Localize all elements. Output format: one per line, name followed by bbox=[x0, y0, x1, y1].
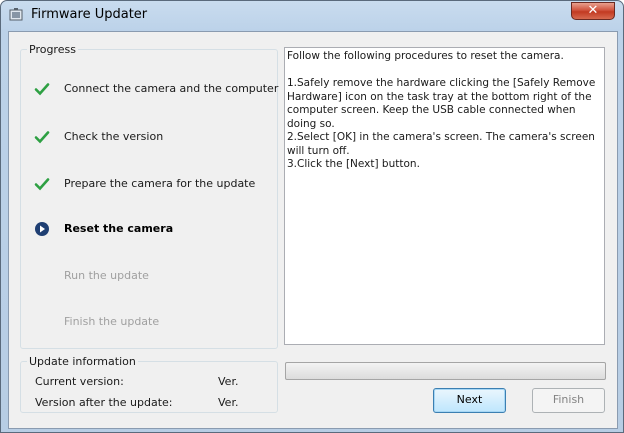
after-version-label: Version after the update: bbox=[35, 396, 173, 409]
check-icon bbox=[34, 178, 50, 191]
update-progress-bar bbox=[285, 362, 606, 380]
close-button[interactable]: ✕ bbox=[571, 2, 615, 20]
instruction-line: 1.Safely remove the hardware clicking th… bbox=[287, 77, 596, 130]
instructions-textbox[interactable]: Follow the following procedures to reset… bbox=[284, 47, 605, 345]
after-version-value: Ver. bbox=[218, 396, 239, 409]
next-button[interactable]: Next bbox=[433, 388, 506, 413]
instruction-line: 3.Click the [Next] button. bbox=[287, 158, 420, 170]
instruction-line: 2.Select [OK] in the camera's screen. Th… bbox=[287, 131, 595, 157]
current-step-icon bbox=[35, 222, 49, 236]
title-bar[interactable]: Firmware Updater ✕ bbox=[1, 1, 623, 31]
step-label: Prepare the camera for the update bbox=[64, 177, 256, 190]
firmware-updater-window: Firmware Updater ✕ Progress Connect the … bbox=[0, 0, 624, 433]
progress-group: Progress Connect the camera and the comp… bbox=[20, 43, 278, 349]
step-label: Check the version bbox=[64, 130, 164, 143]
after-version-row: Version after the update: Ver. bbox=[35, 396, 265, 412]
current-version-value: Ver. bbox=[218, 375, 239, 388]
app-icon bbox=[9, 8, 23, 21]
current-version-label: Current version: bbox=[35, 375, 124, 388]
update-information-legend: Update information bbox=[29, 355, 136, 368]
client-area: Progress Connect the camera and the comp… bbox=[8, 31, 618, 429]
window-title: Firmware Updater bbox=[31, 7, 148, 22]
step-label: Run the update bbox=[64, 269, 149, 282]
finish-button[interactable]: Finish bbox=[532, 388, 605, 413]
step-label: Reset the camera bbox=[64, 222, 174, 235]
check-icon bbox=[34, 131, 50, 144]
progress-legend: Progress bbox=[29, 43, 76, 56]
step-label: Finish the update bbox=[64, 315, 160, 328]
current-version-row: Current version: Ver. bbox=[35, 375, 265, 391]
update-information-group: Update information Current version: Ver.… bbox=[20, 355, 278, 413]
step-label: Connect the camera and the computer bbox=[64, 82, 279, 95]
instructions-intro: Follow the following procedures to reset… bbox=[287, 50, 564, 62]
instructions-spacer bbox=[287, 64, 602, 78]
check-icon bbox=[34, 83, 50, 96]
